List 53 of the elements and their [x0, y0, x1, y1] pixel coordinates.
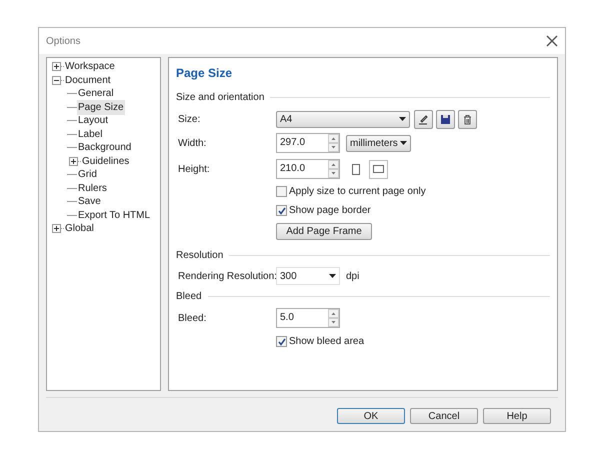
tree-item[interactable]: Document	[64, 72, 112, 88]
tree-item[interactable]: Layout	[77, 113, 110, 128]
tree-item[interactable]: Save	[77, 194, 102, 210]
checkmark-icon	[278, 206, 286, 214]
tree-item[interactable]: Rulers	[77, 180, 108, 196]
tree-item[interactable]: Page Size	[77, 100, 125, 115]
field-label: Size:	[178, 114, 200, 124]
expand-icon[interactable]	[52, 224, 61, 234]
tree-item[interactable]: Export To HTML	[77, 208, 152, 223]
tree-item[interactable]: General	[77, 86, 115, 102]
section-heading: Bleed	[176, 290, 202, 304]
resolution-dropdown[interactable]: 300	[276, 267, 340, 285]
unit-label: dpi	[346, 270, 360, 284]
spinner-arrows-icon[interactable]	[328, 134, 339, 152]
unit-dropdown[interactable]: millimeters	[346, 134, 411, 152]
tree-item[interactable]: Grid	[77, 167, 98, 182]
checkbox[interactable]: Show page border	[276, 203, 371, 218]
checkbox[interactable]: Show bleed area	[276, 334, 364, 349]
tree-item[interactable]: Global	[64, 221, 95, 236]
portrait-page-icon[interactable]	[352, 164, 360, 174]
field-label: Bleed:	[178, 312, 206, 324]
dropdown-arrow-icon[interactable]	[400, 141, 407, 145]
section-heading: Resolution	[176, 248, 224, 262]
tree-item[interactable]: Workspace	[64, 59, 116, 74]
checkmark-icon	[278, 338, 286, 346]
spinner-arrows-icon[interactable]	[328, 160, 339, 178]
expand-icon[interactable]	[69, 156, 78, 166]
tree-item[interactable]: Background	[77, 140, 132, 156]
dialog-button[interactable]: Help	[483, 408, 551, 424]
spinner-arrows-icon[interactable]	[328, 309, 339, 327]
add-page-frame-button[interactable]: Add Page Frame	[276, 222, 372, 240]
landscape-button[interactable]	[369, 160, 388, 178]
height-spinbox[interactable]: 210.0	[276, 159, 340, 179]
tree-item[interactable]: Guidelines	[81, 154, 130, 169]
collapse-icon[interactable]	[52, 76, 61, 85]
field-label: Height:	[178, 164, 210, 174]
close-icon[interactable]	[546, 35, 558, 47]
section-heading: Size and orientation	[176, 90, 264, 104]
page-title: Page Size	[176, 65, 234, 82]
expand-icon[interactable]	[52, 62, 61, 72]
width-spinbox[interactable]: 297.0	[276, 133, 340, 153]
window-title: Options	[46, 34, 80, 48]
field-label: Rendering Resolution:	[178, 270, 277, 282]
dialog-button[interactable]: OK	[337, 408, 405, 424]
dialog-button[interactable]: Cancel	[410, 408, 478, 424]
size-dropdown[interactable]: A4	[276, 110, 410, 128]
checkbox[interactable]: Apply size to current page only	[276, 184, 426, 199]
landscape-page-icon[interactable]	[373, 165, 384, 173]
field-label: Width:	[178, 138, 206, 148]
tree-item[interactable]: Label	[77, 126, 104, 142]
dropdown-arrow-icon[interactable]	[329, 274, 336, 278]
dropdown-arrow-icon[interactable]	[399, 117, 406, 121]
bleed-spinbox[interactable]: 5.0	[276, 308, 340, 328]
